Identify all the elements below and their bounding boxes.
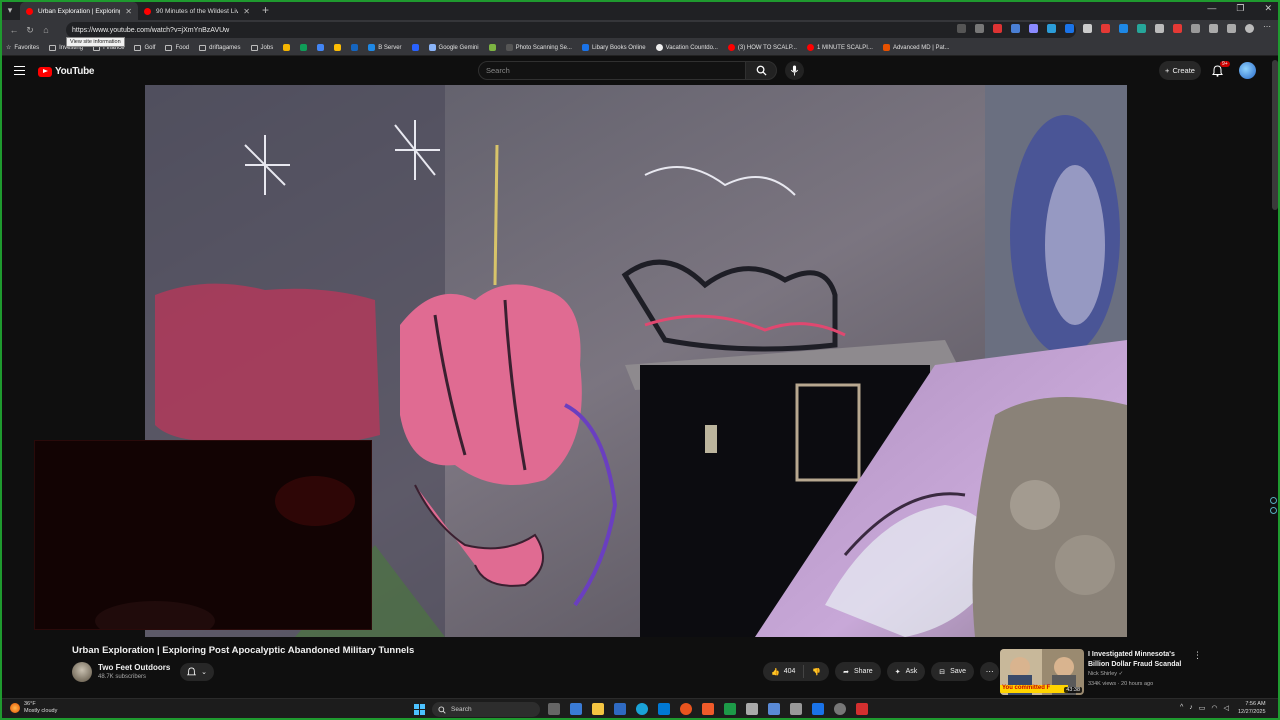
site-info-tooltip: View site information bbox=[66, 37, 125, 47]
screen-frame-border bbox=[0, 0, 1280, 720]
